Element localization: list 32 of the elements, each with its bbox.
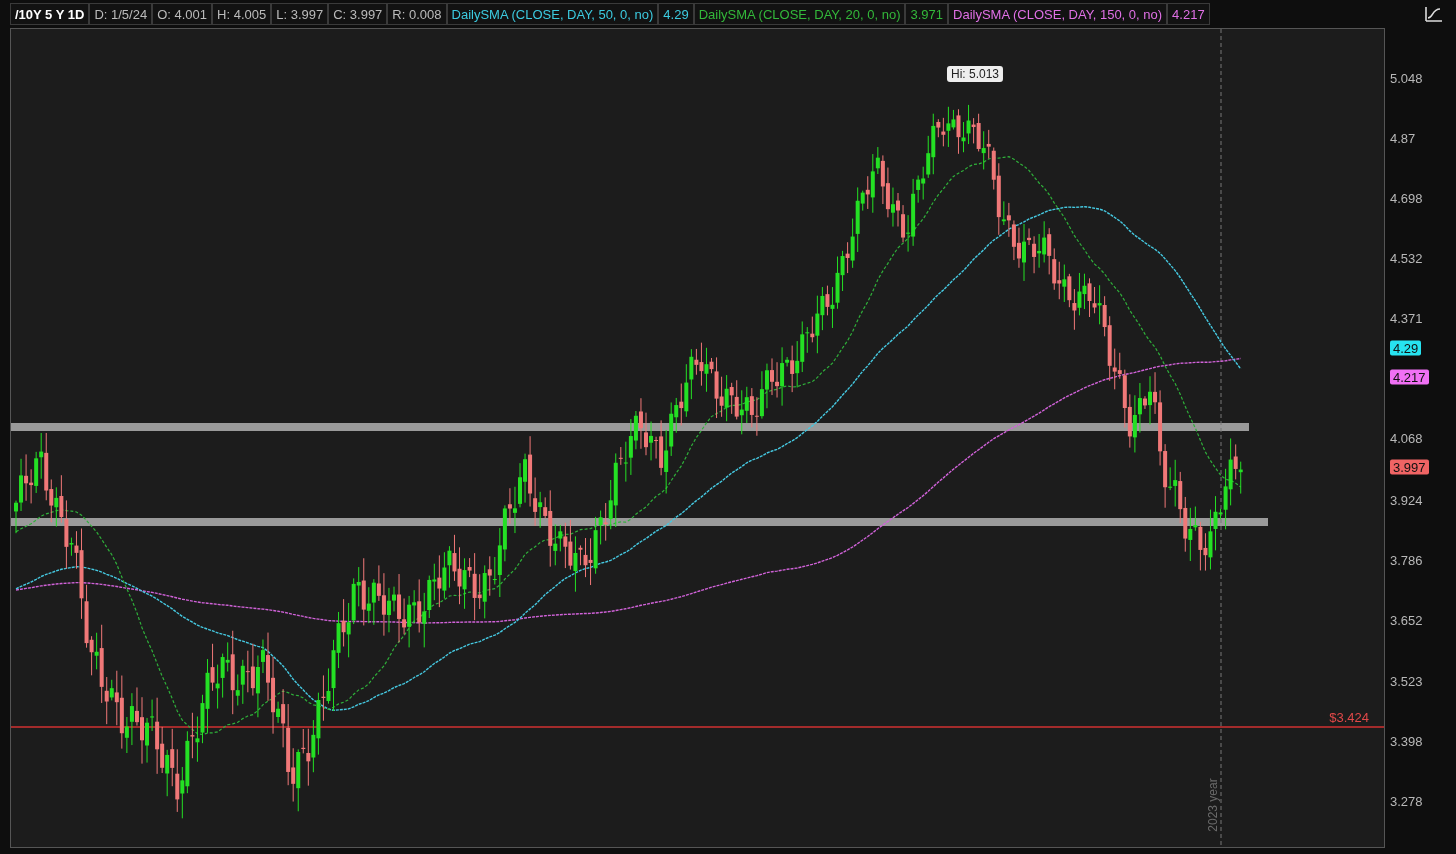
study-icon[interactable] — [1424, 4, 1444, 24]
level-label: $3.424 — [1329, 709, 1369, 725]
price-tag: 3.997 — [1390, 459, 1429, 475]
axis-tick-label: 3.652 — [1390, 612, 1423, 628]
axis-tick-label: 3.523 — [1390, 673, 1423, 689]
quote-field: R: 0.008 — [387, 3, 447, 25]
axis-tick-label: 3.398 — [1390, 733, 1423, 749]
axis-tick-label: 4.532 — [1390, 250, 1423, 266]
study-label[interactable]: 4.217 — [1167, 3, 1210, 25]
quote-field: C: 3.997 — [328, 3, 388, 25]
study-label[interactable]: 3.971 — [905, 3, 949, 25]
study-label[interactable]: DailySMA (CLOSE, DAY, 150, 0, no) — [948, 3, 1168, 25]
study-label[interactable]: DailySMA (CLOSE, DAY, 20, 0, no) — [693, 3, 906, 25]
study-label[interactable]: 4.29 — [658, 3, 694, 25]
period-label: 2023 year — [1206, 778, 1220, 832]
high-label: Hi: 5.013 — [947, 66, 1003, 82]
axis-tick-label: 4.698 — [1390, 190, 1423, 206]
study-label[interactable]: DailySMA (CLOSE, DAY, 50, 0, no) — [446, 3, 659, 25]
axis-tick-label: 3.924 — [1390, 492, 1423, 508]
axis-tick-label: 3.278 — [1390, 793, 1423, 809]
price-tag: 4.217 — [1390, 369, 1429, 385]
axis-tick-label: 3.786 — [1390, 552, 1423, 568]
axis-tick-label: 5.048 — [1390, 70, 1423, 86]
quote-field: H: 4.005 — [212, 3, 272, 25]
axis-tick-label: 4.371 — [1390, 310, 1423, 326]
price-tag: 4.29 — [1390, 340, 1422, 356]
axis-tick-label: 4.068 — [1390, 430, 1423, 446]
quote-field: O: 4.001 — [152, 3, 213, 25]
quote-field: D: 1/5/24 — [89, 3, 153, 25]
axis-tick-label: 4.87 — [1390, 130, 1416, 146]
quote-field: L: 3.997 — [271, 3, 329, 25]
symbol-label[interactable]: /10Y 5 Y 1D — [10, 3, 90, 25]
